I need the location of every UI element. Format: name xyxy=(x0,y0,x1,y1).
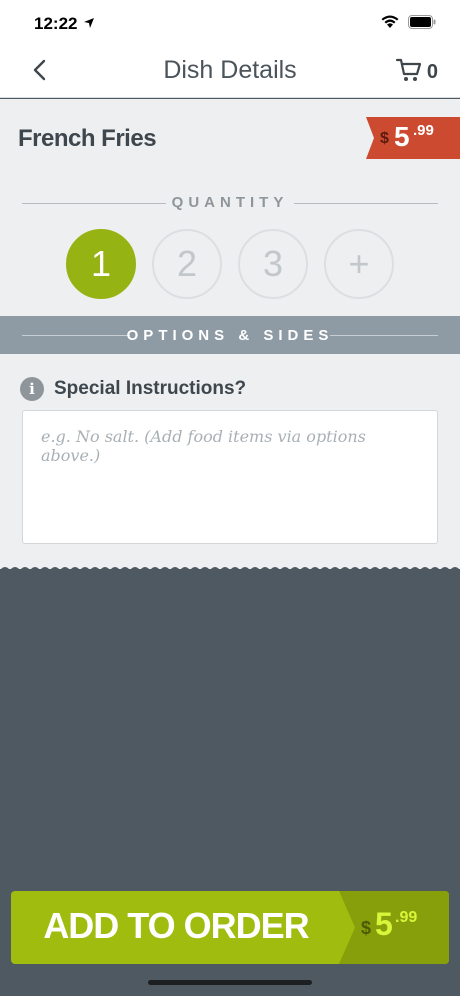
divider-line xyxy=(294,203,438,204)
status-time: 12:22 xyxy=(34,14,78,33)
special-instructions-label: Special Instructions? xyxy=(54,378,247,399)
price-tag: $ 5 .99 xyxy=(366,117,460,159)
quantity-more-button[interactable]: + xyxy=(324,229,394,299)
cart-count: 0 xyxy=(426,61,438,83)
location-arrow-icon xyxy=(83,16,95,34)
nav-bar: Dish Details 0 xyxy=(0,44,460,98)
quantity-option-2[interactable]: 2 xyxy=(152,229,222,299)
divider-line xyxy=(330,335,438,336)
add-to-order-button[interactable]: ADD TO ORDER $ 5 .99 xyxy=(11,891,449,964)
dish-name: French Fries xyxy=(18,125,157,152)
page-title: Dish Details xyxy=(163,56,297,84)
order-total-cents: .99 xyxy=(395,909,418,926)
quantity-option-3[interactable]: 3 xyxy=(238,229,308,299)
quantity-header: QUANTITY xyxy=(22,193,438,213)
dish-content: French Fries $ 5 .99 QUANTITY 1 2 3 + OP… xyxy=(0,99,460,578)
cart-button[interactable]: 0 xyxy=(395,56,438,89)
order-total: $ 5 .99 xyxy=(339,891,449,964)
quantity-selector: 1 2 3 + xyxy=(66,229,394,299)
wifi-icon xyxy=(380,14,400,34)
special-instructions-header: i Special Instructions? xyxy=(20,377,246,401)
battery-icon xyxy=(408,14,436,34)
cart-icon xyxy=(395,56,423,89)
status-bar: 12:22 xyxy=(0,0,460,44)
price-currency: $ xyxy=(380,130,389,147)
info-icon[interactable]: i xyxy=(20,377,44,401)
add-to-order-label: ADD TO ORDER xyxy=(43,905,309,946)
price-main: 5 xyxy=(394,121,410,152)
special-instructions-input[interactable] xyxy=(22,410,438,544)
price-cents: .99 xyxy=(413,122,434,139)
order-total-main: 5 xyxy=(375,906,393,942)
options-sides-bar[interactable]: OPTIONS & SIDES xyxy=(0,316,460,354)
order-total-currency: $ xyxy=(361,918,372,938)
home-indicator xyxy=(148,980,312,985)
quantity-option-1[interactable]: 1 xyxy=(66,229,136,299)
wavy-edge xyxy=(0,567,460,578)
status-indicators xyxy=(380,14,436,34)
